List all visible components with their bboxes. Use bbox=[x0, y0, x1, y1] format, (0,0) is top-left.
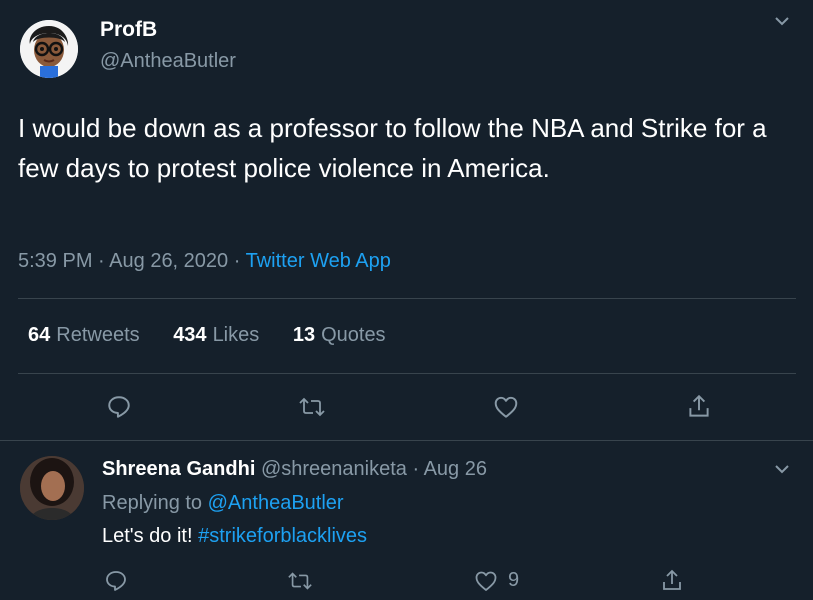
retweet-icon[interactable] bbox=[287, 569, 313, 593]
retweets-label: Retweets bbox=[56, 324, 140, 346]
quotes-stat[interactable]: 13 Quotes bbox=[293, 324, 386, 346]
heart-icon[interactable] bbox=[474, 569, 498, 593]
meta-separator: · bbox=[233, 250, 241, 272]
hashtag-link[interactable]: #strikeforblacklives bbox=[198, 525, 367, 547]
share-icon[interactable] bbox=[686, 393, 712, 421]
reply-text-plain: Let's do it! bbox=[102, 525, 193, 547]
quotes-label: Quotes bbox=[321, 324, 386, 346]
reply-date[interactable]: Aug 26 bbox=[424, 458, 487, 480]
reply-like-count: 9 bbox=[508, 569, 520, 591]
reply-separator: · bbox=[412, 458, 420, 480]
replying-to-line: Replying to @AntheaButler bbox=[102, 492, 344, 515]
replying-to-handle[interactable]: @AntheaButler bbox=[208, 492, 344, 514]
tweet-text: I would be down as a professor to follow… bbox=[18, 113, 767, 183]
tweet-source-app[interactable]: Twitter Web App bbox=[246, 250, 391, 272]
chevron-down-icon[interactable] bbox=[772, 14, 792, 33]
author-display-name[interactable]: ProfB bbox=[100, 18, 157, 42]
divider bbox=[18, 373, 796, 374]
retweets-stat[interactable]: 64 Retweets bbox=[28, 324, 140, 346]
avatar-profb[interactable] bbox=[20, 20, 78, 78]
tweet-date[interactable]: Aug 26, 2020 bbox=[109, 250, 228, 272]
tweet-stats: 64 Retweets 434 Likes 13 Quotes bbox=[28, 324, 414, 347]
replying-to-prefix: Replying to bbox=[102, 492, 203, 514]
divider bbox=[18, 298, 796, 299]
reply-header: Shreena Gandhi @shreenaniketa · Aug 26 bbox=[102, 458, 487, 481]
retweets-count: 64 bbox=[28, 324, 51, 346]
retweet-icon[interactable] bbox=[298, 394, 326, 420]
reply-display-name[interactable]: Shreena Gandhi bbox=[102, 458, 255, 480]
avatar-illustration bbox=[20, 20, 78, 78]
divider bbox=[0, 440, 813, 441]
tweet-meta: 5:39 PM · Aug 26, 2020 · Twitter Web App bbox=[18, 250, 391, 273]
avatar-shreena-gandhi[interactable] bbox=[20, 456, 84, 520]
quotes-count: 13 bbox=[292, 324, 316, 346]
reply-handle[interactable]: @shreenaniketa bbox=[261, 458, 407, 480]
reply-text: Let's do it! #strikeforblacklives bbox=[102, 525, 367, 548]
reply-icon[interactable] bbox=[106, 394, 132, 420]
author-handle[interactable]: @AntheaButler bbox=[100, 50, 236, 73]
avatar-photo bbox=[20, 456, 84, 520]
chevron-down-icon[interactable] bbox=[772, 462, 792, 481]
reply-icon[interactable] bbox=[104, 569, 128, 593]
share-icon[interactable] bbox=[660, 568, 684, 594]
tweet-time[interactable]: 5:39 PM bbox=[18, 250, 92, 272]
meta-separator: · bbox=[98, 250, 105, 272]
likes-label: Likes bbox=[212, 324, 260, 346]
likes-stat[interactable]: 434 Likes bbox=[173, 324, 259, 346]
heart-icon[interactable] bbox=[493, 394, 519, 420]
likes-count: 434 bbox=[173, 324, 207, 346]
